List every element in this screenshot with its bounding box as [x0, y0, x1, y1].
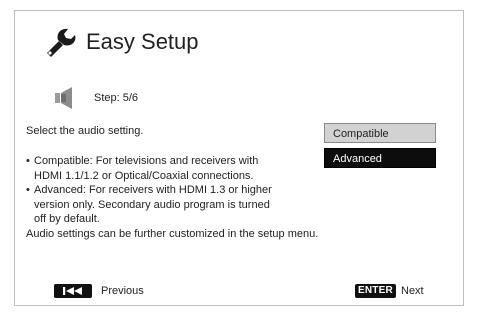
option-description: • Compatible: For televisions and receiv… — [26, 154, 336, 241]
speaker-icon — [55, 87, 72, 109]
option-advanced[interactable]: Advanced — [324, 148, 436, 168]
page-title: Easy Setup — [86, 29, 199, 54]
description-line: Advanced: For receivers with HDMI 1.3 or… — [34, 184, 272, 196]
setup-menu-note: Audio settings can be further customized… — [26, 227, 319, 240]
bullet-mark: • — [26, 184, 30, 196]
enter-key-badge[interactable]: ENTER — [355, 284, 396, 298]
next-label[interactable]: Next — [401, 284, 424, 298]
advanced-description: • Advanced: For receivers with HDMI 1.3 … — [26, 183, 336, 227]
description-line: HDMI 1.1/1.2 or Optical/Coaxial connecti… — [34, 169, 254, 182]
description-line: off by default. — [34, 213, 100, 225]
wrench-icon — [47, 28, 76, 57]
compatible-description: • Compatible: For televisions and receiv… — [26, 154, 336, 183]
bullet-mark: • — [26, 155, 30, 167]
description-line: version only. Secondary audio program is… — [34, 198, 270, 211]
description-line: Compatible: For televisions and receiver… — [34, 155, 259, 167]
step-indicator: Step: 5/6 — [94, 92, 139, 104]
option-compatible[interactable]: Compatible — [324, 123, 436, 143]
previous-label[interactable]: Previous — [101, 284, 144, 298]
skip-previous-icon[interactable] — [54, 284, 92, 298]
setting-prompt: Select the audio setting. — [26, 125, 144, 137]
